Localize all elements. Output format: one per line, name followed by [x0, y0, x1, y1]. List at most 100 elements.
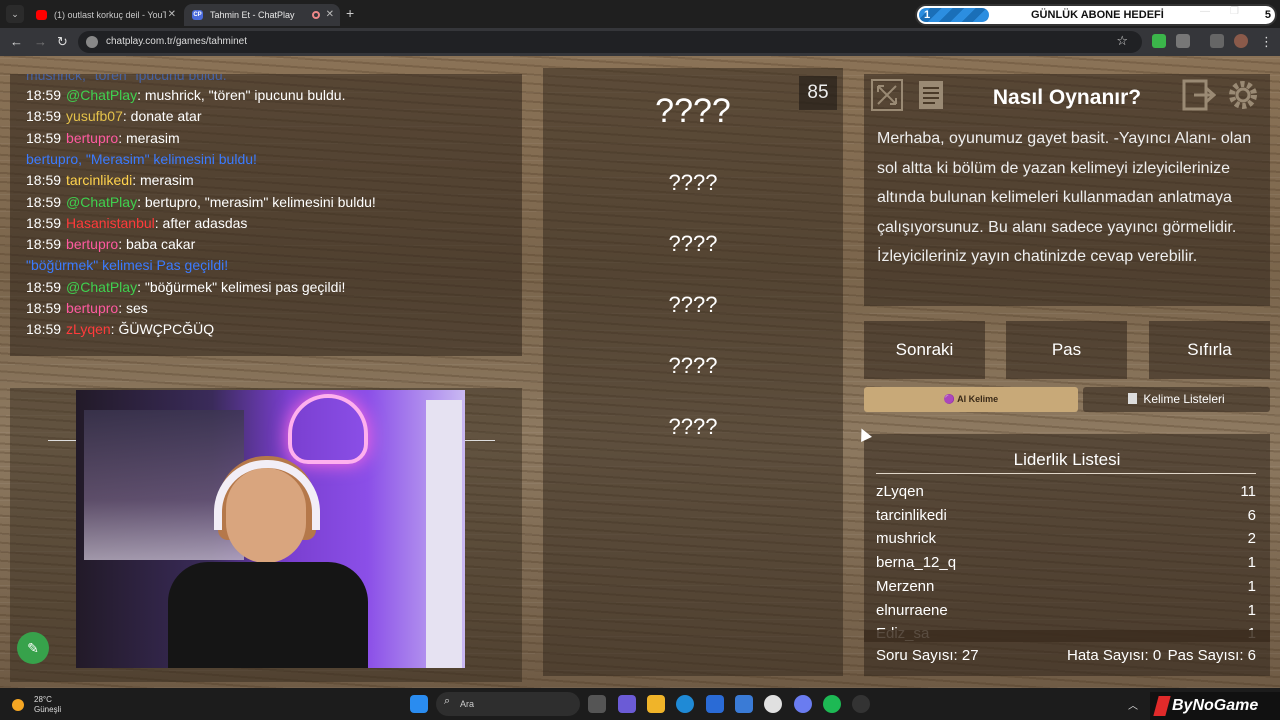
leaderboard-row: mushrick 2: [876, 530, 1256, 548]
tab-chatplay[interactable]: CP Tahmin Et - ChatPlay ✕: [184, 4, 340, 26]
chat-line: 18:59 @ChatPlay: mushrick, "tören" ipucun…: [26, 86, 345, 104]
next-button[interactable]: Sonraki: [864, 321, 985, 379]
chat-user: tarcinlikedi: [66, 172, 133, 189]
chat-user: @ChatPlay: [66, 87, 138, 103]
webcam-video: [76, 390, 465, 668]
taskbar-search[interactable]: ⌕ Ara: [436, 692, 580, 716]
goal-label: GÜNLÜK ABONE HEDEFİ: [1031, 9, 1164, 21]
tab-search-icon[interactable]: ⌄: [6, 5, 24, 23]
leaderboard-title: Liderlik Listesi: [1013, 450, 1121, 469]
how-to-play-panel: Nasıl Oynanır? Merhaba, oyunumuz gayet b…: [864, 74, 1270, 306]
hint-word-slot: ????: [668, 353, 718, 378]
chat-time: 18:59: [26, 321, 62, 338]
close-tab-icon[interactable]: ✕: [326, 4, 334, 26]
settings-gear-icon[interactable]: [1226, 78, 1260, 112]
url-text: chatplay.com.tr/games/tahminet: [106, 36, 247, 47]
menu-dots-icon[interactable]: ⋮: [1260, 34, 1273, 50]
error-count: Hata Sayısı: 0: [1067, 647, 1162, 664]
bookmark-star-icon[interactable]: ☆: [1116, 33, 1128, 49]
divider: [465, 440, 495, 441]
task-view-icon[interactable]: [588, 695, 606, 713]
discord-icon[interactable]: [794, 695, 812, 713]
windows-start-icon[interactable]: [410, 695, 428, 713]
divider: [876, 473, 1256, 474]
ai-word-button[interactable]: 🟣 AI Kelime: [864, 387, 1078, 412]
player-name: zLyqen: [876, 483, 924, 500]
chat-line: 18:59 bertupro: ses: [26, 299, 148, 317]
chat-time: 18:59: [26, 87, 62, 103]
leaderboard-row: zLyqen 11: [876, 483, 1256, 501]
main-word-slot: ????: [655, 92, 731, 130]
weather-temp: 28°C: [34, 695, 52, 704]
chat-line: 18:59 Hasanistanbul: after adasdas: [26, 214, 247, 232]
player-score: 1: [1247, 554, 1256, 572]
reset-button[interactable]: Sıfırla: [1149, 321, 1270, 379]
chat-time: 18:59: [26, 214, 62, 231]
spotify-icon[interactable]: [823, 695, 841, 713]
tray-chevron-icon[interactable]: ︿: [1128, 697, 1138, 712]
streamer-body: [168, 562, 368, 668]
pass-count: Pas Sayısı: 6: [1167, 647, 1256, 664]
chat-message: : baba cakar: [118, 236, 196, 253]
player-name: berna_12_q: [876, 554, 957, 572]
chat-message: : merasim: [132, 172, 194, 189]
site-info-icon[interactable]: [86, 36, 98, 48]
bynogame-logo: [1153, 696, 1171, 716]
chat-message: : merasim: [118, 129, 180, 146]
chat-line: 18:59 tarcinlikedi: merasim: [26, 171, 194, 189]
extension-shield-icon[interactable]: [1152, 34, 1166, 48]
store-icon[interactable]: [706, 695, 724, 713]
chat-user: bertupro, "Merasim" kelimesini buldu!: [26, 150, 257, 167]
player-score: 1: [1247, 601, 1256, 619]
subscriber-goal-overlay: 1 GÜNLÜK ABONE HEDEFİ 5: [915, 4, 1277, 26]
tab-youtube[interactable]: (1) outlast korkuç deil - YouTub ✕: [28, 4, 182, 26]
player-score: 11: [1240, 483, 1256, 500]
chat-line: 18:59 yusufb07: donate atar: [26, 107, 202, 125]
word-lists-label: Kelime Listeleri: [1143, 392, 1225, 406]
leaderboard-row: elnurraene 1: [876, 602, 1256, 620]
chat-user: bertupro: [66, 300, 119, 316]
chat-user: yusufb07: [66, 108, 123, 125]
player-name: tarcinlikedi: [876, 506, 947, 524]
reload-icon[interactable]: ↻: [57, 34, 68, 50]
chrome-icon[interactable]: [764, 695, 782, 713]
mail-icon[interactable]: [735, 695, 753, 713]
reading-list-icon[interactable]: [1210, 34, 1224, 48]
pin-icon[interactable]: ✎: [17, 632, 49, 664]
question-count: Soru Sayısı: 27: [876, 647, 979, 664]
chat-line: mushrick, "tören" ipucunu buldu.: [26, 74, 227, 84]
player-name: Merzenn: [876, 577, 935, 595]
chat-line: 18:59 bertupro: baba cakar: [26, 235, 195, 253]
chat-user: bertupro: [66, 236, 119, 253]
hint-word-slot: ????: [668, 170, 718, 195]
pass-button[interactable]: Pas: [1006, 321, 1127, 379]
player-name: elnurraene: [876, 601, 948, 619]
close-tab-icon[interactable]: ✕: [168, 4, 176, 26]
profile-avatar[interactable]: [1234, 34, 1248, 48]
hint-word-slot: ????: [668, 414, 718, 439]
back-icon[interactable]: ←: [10, 34, 23, 50]
exit-icon[interactable]: [1182, 78, 1216, 112]
file-explorer-icon[interactable]: [647, 695, 665, 713]
chat-line: "böğürmek" kelimesi Pas geçildi!: [26, 256, 228, 274]
tab-title: Tahmin Et - ChatPlay: [210, 10, 295, 20]
chat-time: 18:59: [26, 129, 62, 146]
maximize-icon[interactable]: ❐: [1230, 6, 1239, 17]
forward-icon[interactable]: →: [34, 34, 47, 50]
obs-icon[interactable]: [852, 695, 870, 713]
minimize-icon[interactable]: —: [1200, 6, 1210, 17]
widgets-icon[interactable]: [618, 695, 636, 713]
chat-time: 18:59: [26, 300, 62, 316]
chat-user: bertupro: [66, 129, 119, 146]
url-field[interactable]: chatplay.com.tr/games/tahminet ☆: [78, 31, 1142, 53]
new-tab-button[interactable]: +: [346, 5, 354, 21]
chat-user: zLyqen: [66, 321, 111, 338]
extensions-puzzle-icon[interactable]: [1176, 34, 1190, 48]
tab-title: (1) outlast korkuç deil - YouTub: [54, 10, 166, 20]
weather-desc: Güneşli: [34, 705, 62, 714]
chat-time: 18:59: [26, 278, 62, 295]
edge-icon[interactable]: [676, 695, 694, 713]
word-lists-button[interactable]: Kelime Listeleri: [1083, 387, 1270, 412]
player-name: mushrick: [876, 530, 937, 548]
bynogame-watermark: ByNoGame: [1150, 692, 1280, 720]
